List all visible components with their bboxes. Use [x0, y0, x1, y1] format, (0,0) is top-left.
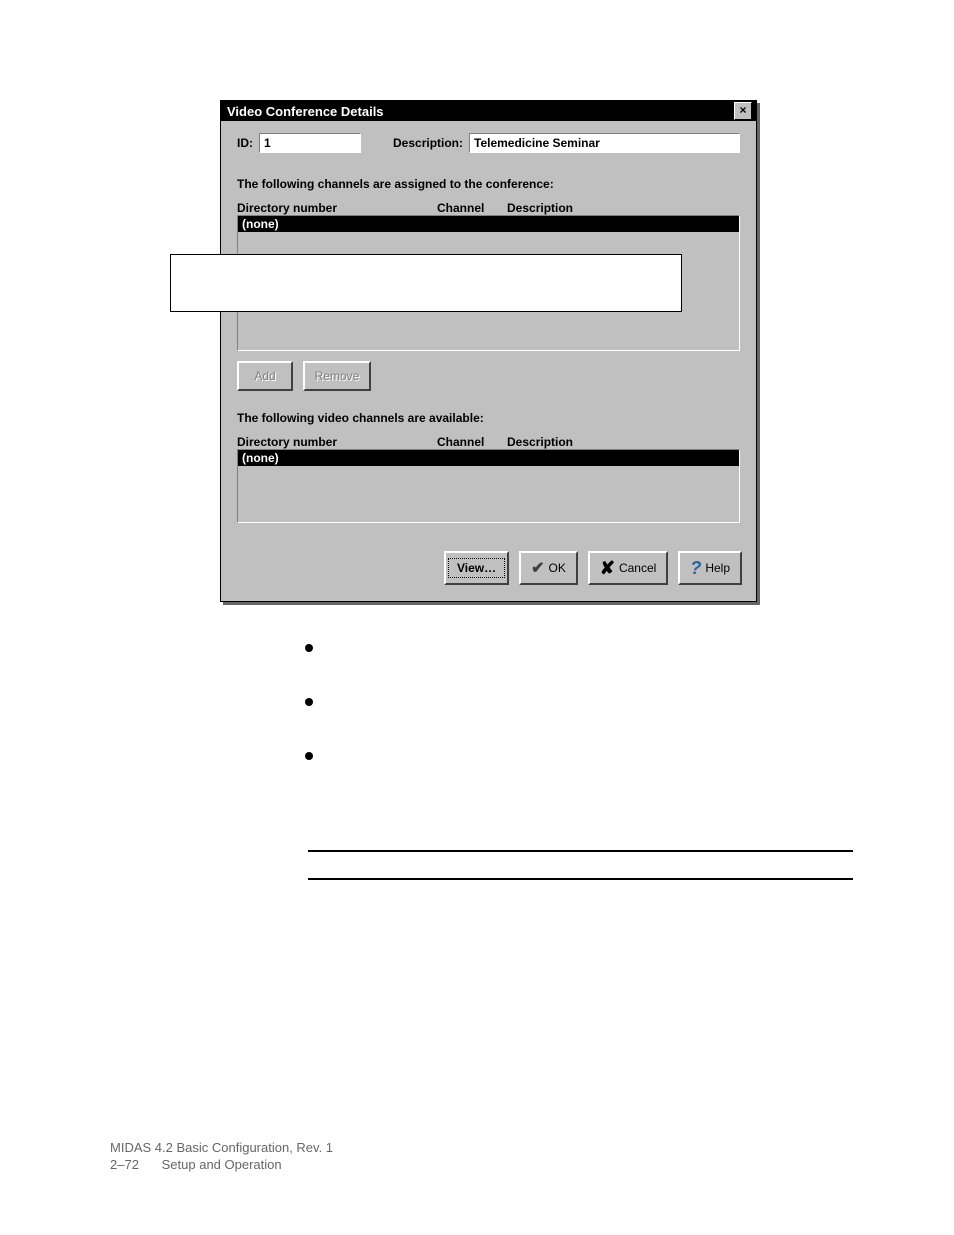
view-button[interactable]: View…	[444, 551, 509, 585]
help-button[interactable]: ? Help	[678, 551, 742, 585]
dialog-title: Video Conference Details	[227, 104, 384, 119]
col-description: Description	[507, 435, 740, 449]
list-item	[305, 694, 805, 706]
footer-line1: MIDAS 4.2 Basic Configuration, Rev. 1	[110, 1140, 333, 1155]
x-icon: ✘	[600, 558, 615, 579]
section-title: Setup and Operation	[162, 1157, 282, 1172]
question-icon: ?	[690, 558, 701, 579]
col-directory-number: Directory number	[237, 435, 437, 449]
close-icon[interactable]: ×	[734, 102, 752, 120]
list-item	[305, 748, 805, 760]
page-footer: MIDAS 4.2 Basic Configuration, Rev. 1 2–…	[110, 1140, 333, 1172]
available-channels-text: The following video channels are availab…	[237, 411, 740, 425]
ok-button[interactable]: ✔ OK	[519, 551, 578, 585]
assigned-list-headers: Directory number Channel Description	[237, 201, 740, 215]
page-number: 2–72	[110, 1157, 158, 1172]
col-description: Description	[507, 201, 740, 215]
video-conference-details-dialog: Video Conference Details × ID: 1 Descrip…	[220, 100, 757, 602]
assigned-channels-text: The following channels are assigned to t…	[237, 177, 740, 191]
bullet-icon	[305, 698, 313, 706]
col-directory-number: Directory number	[237, 201, 437, 215]
list-item[interactable]: (none)	[238, 216, 739, 232]
description-input[interactable]: Telemedicine Seminar	[469, 133, 740, 153]
id-label: ID:	[237, 136, 253, 150]
add-button: Add	[237, 361, 293, 391]
horizontal-rules	[308, 850, 853, 906]
remove-button: Remove	[303, 361, 371, 391]
list-item[interactable]: (none)	[238, 450, 739, 466]
bullet-list	[305, 640, 805, 802]
id-input[interactable]: 1	[259, 133, 361, 153]
bullet-icon	[305, 752, 313, 760]
description-label: Description:	[393, 136, 463, 150]
col-channel: Channel	[437, 435, 507, 449]
overlay-box	[170, 254, 682, 312]
dialog-titlebar: Video Conference Details ×	[221, 101, 756, 121]
available-list-headers: Directory number Channel Description	[237, 435, 740, 449]
available-channels-list[interactable]: (none)	[237, 449, 740, 523]
cancel-button[interactable]: ✘ Cancel	[588, 551, 668, 585]
list-item	[305, 640, 805, 652]
col-channel: Channel	[437, 201, 507, 215]
checkmark-icon: ✔	[531, 558, 544, 578]
bullet-icon	[305, 644, 313, 652]
